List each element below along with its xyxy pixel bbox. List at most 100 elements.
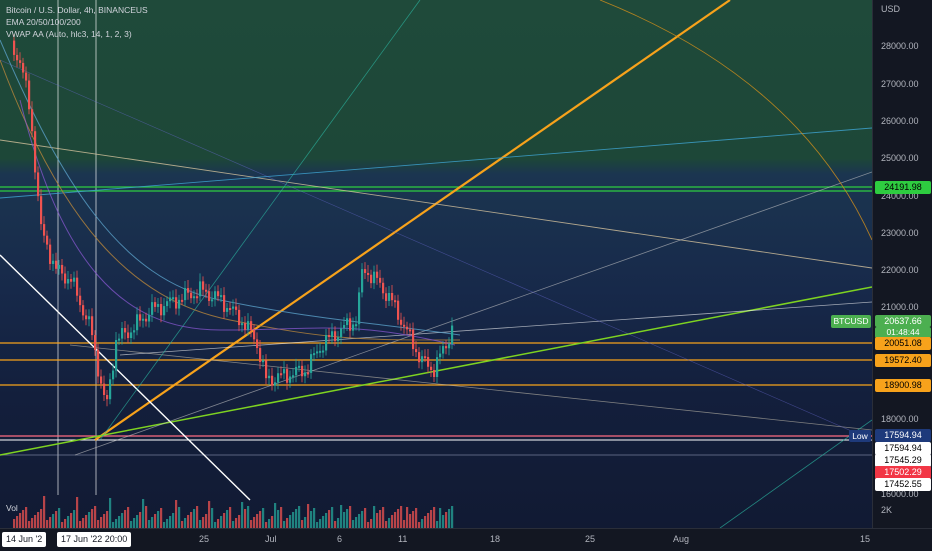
volume-bar — [382, 507, 385, 528]
candle-body — [100, 376, 103, 384]
volume-bar — [58, 508, 61, 528]
chart-drawings[interactable] — [0, 0, 872, 528]
volume-bar — [295, 509, 298, 528]
time-badge-cursor: 17 Jun '22 20:00 — [57, 532, 132, 547]
level-label-24191[interactable]: 24191.98 — [875, 181, 931, 194]
volume-bar — [274, 503, 277, 528]
ema-50-curve — [19, 99, 456, 346]
volume-bar — [247, 506, 250, 528]
candle-body — [421, 356, 424, 363]
volume-bar — [157, 511, 160, 528]
candle-body — [334, 331, 337, 342]
volume-bar — [220, 516, 223, 528]
volume-bar — [364, 508, 367, 528]
volume-bar — [229, 507, 232, 528]
candle-body — [103, 383, 106, 396]
volume-bar — [268, 519, 271, 528]
volume-bar — [181, 521, 184, 528]
candle-body — [403, 324, 406, 327]
volume-bar — [241, 502, 244, 528]
volume-bar — [73, 510, 76, 528]
candle-body — [367, 272, 370, 275]
volume-bar — [175, 500, 178, 528]
volume-bar — [334, 521, 337, 528]
candle-body — [37, 172, 40, 197]
volume-bar — [49, 517, 52, 528]
volume-bar — [64, 519, 67, 528]
btcusd-symbol-tag[interactable]: BTCUSD — [831, 315, 871, 328]
candle-body — [328, 335, 331, 338]
ema-indicator-legend[interactable]: EMA 20/50/100/200 — [6, 17, 81, 27]
volume-bar — [139, 512, 142, 528]
candle-body — [61, 264, 64, 274]
symbol-title[interactable]: Bitcoin / U.S. Dollar, 4h, BINANCEUS — [6, 5, 148, 15]
volume-bar — [421, 519, 424, 528]
btcusd-price-label[interactable]: 20637.66 — [875, 315, 931, 327]
price-tick: 21000.00 — [881, 302, 919, 312]
level-label-20051[interactable]: 20051.08 — [875, 337, 931, 350]
tan-downtrend-line — [0, 139, 872, 269]
volume-bar — [235, 518, 238, 528]
candle-body — [220, 295, 223, 298]
candle-body — [181, 299, 184, 302]
candle-body — [256, 339, 259, 349]
volume-bar — [376, 513, 379, 528]
candle-body — [355, 324, 358, 327]
volume-bar — [331, 507, 334, 528]
volume-bar — [109, 498, 112, 528]
candle-body — [64, 273, 67, 284]
candle-body — [145, 318, 148, 322]
value-label-17452[interactable]: 17452.55 — [875, 478, 931, 491]
volume-bar — [439, 508, 442, 528]
volume-bar — [244, 509, 247, 528]
time-axis[interactable]: 14 Jun '2 17 Jun '22 20:00 25 Jul 6 11 1… — [0, 528, 932, 551]
candle-body — [16, 54, 19, 61]
volume-bar — [313, 508, 316, 528]
candle-body — [208, 291, 211, 301]
candle-body — [448, 344, 451, 349]
volume-bar — [199, 520, 202, 528]
volume-bar — [85, 515, 88, 528]
volume-bar — [259, 511, 262, 528]
candle-body — [235, 306, 238, 310]
candle-body — [409, 329, 412, 332]
level-label-18900[interactable]: 18900.98 — [875, 379, 931, 392]
currency-label: USD — [881, 4, 901, 14]
price-scale[interactable]: USD 28000.00 27000.00 26000.00 25000.00 … — [872, 0, 932, 528]
candle-body — [28, 80, 31, 110]
volume-bar — [256, 514, 259, 528]
volume-bar — [226, 510, 229, 528]
volume-bar — [205, 514, 208, 528]
candle-body — [382, 282, 385, 294]
volume-bar — [145, 506, 148, 528]
volume-bar — [406, 507, 409, 528]
candle-body — [271, 375, 274, 386]
candle-body — [268, 375, 271, 379]
volume-bar — [154, 514, 157, 528]
volume-tick: 2K — [881, 505, 893, 515]
volume-bar — [211, 508, 214, 528]
volume-bar — [190, 512, 193, 528]
candle-body — [364, 269, 367, 273]
volume-bar — [127, 507, 130, 528]
volume-legend[interactable]: Vol — [6, 503, 18, 513]
candle-body — [136, 314, 139, 331]
volume-bar — [184, 518, 187, 528]
candle-body — [343, 325, 346, 329]
volume-bar — [223, 513, 226, 528]
candle-body — [295, 366, 298, 376]
candle-body — [187, 288, 190, 293]
vwap-indicator-legend[interactable]: VWAP AA (Auto, hlc3, 14, 1, 2, 3) — [6, 29, 132, 39]
candle-body — [76, 277, 79, 296]
candle-body — [169, 297, 172, 302]
volume-bar — [16, 516, 19, 528]
candle-body — [172, 297, 175, 300]
candle-body — [412, 329, 415, 350]
level-label-19572[interactable]: 19572.40 — [875, 354, 931, 367]
candle-body — [184, 288, 187, 301]
candle-body — [109, 379, 112, 400]
chart-canvas[interactable]: Bitcoin / U.S. Dollar, 4h, BINANCEUS EMA… — [0, 0, 872, 528]
volume-bar — [103, 514, 106, 528]
candle-body — [46, 235, 49, 245]
low-value-label[interactable]: 17594.94 — [875, 429, 931, 442]
